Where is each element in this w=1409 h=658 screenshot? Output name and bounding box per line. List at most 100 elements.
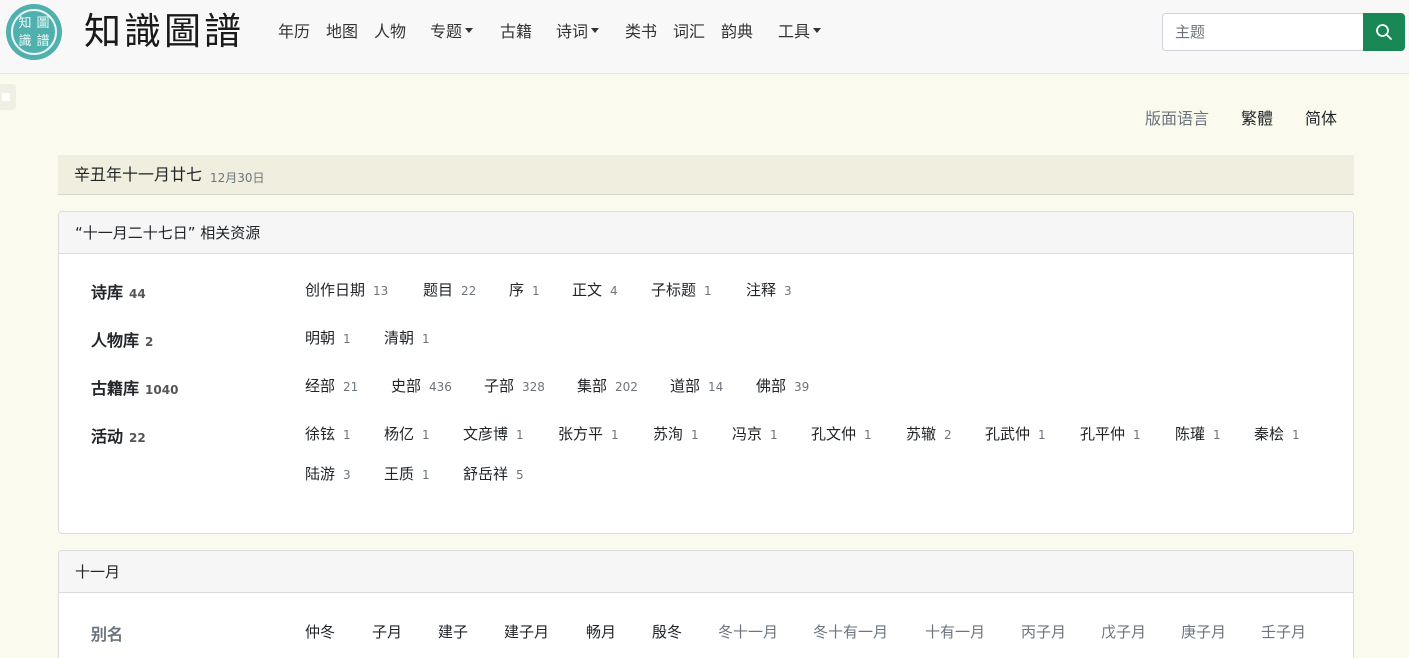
lang-option-traditional[interactable]: 繁體 [1241,108,1273,130]
nav-item-nianli[interactable]: 年历 [278,21,310,43]
row-label[interactable]: 诗库 44 [91,279,146,303]
nav-label: 诗词 [556,22,589,41]
nav-item-ditu[interactable]: 地图 [326,21,358,43]
logo-seal-icon[interactable]: 知 圖 識 譜 [6,4,62,60]
caret-down-icon [465,28,474,33]
nav-label: 古籍 [500,22,533,41]
alias-item[interactable]: 建子月 [504,621,549,643]
item-name: 徐铉 [305,425,336,443]
resource-item[interactable]: 孔文仲 1 [811,423,872,446]
alias-item[interactable]: 殷冬 [652,621,682,643]
resource-item[interactable]: 苏辙 2 [906,423,952,446]
lang-option-simplified[interactable]: 简体 [1305,108,1337,130]
side-toggle-tab[interactable] [0,84,16,110]
alias-label: 别名 [91,625,124,644]
resource-item[interactable]: 集部 202 [577,375,638,398]
lunar-date: 辛丑年十一月廿七 [74,165,203,184]
item-name: 冯京 [732,425,763,443]
caret-down-icon [591,28,600,33]
alias-item[interactable]: 丙子月 [1021,621,1066,643]
row-label[interactable]: 古籍库 1040 [91,375,178,399]
nav-item-yundian[interactable]: 韵典 [721,21,753,43]
item-name: 陈瓘 [1175,425,1206,443]
alias-item[interactable]: 冬十有一月 [813,621,888,643]
seal-grid: 知 圖 識 譜 [11,9,57,55]
nav-item-gongju[interactable]: 工具 [778,21,822,43]
brand-title[interactable]: 知識圖譜 [84,8,244,56]
resource-item[interactable]: 徐铉 1 [305,423,351,446]
resource-item[interactable]: 陆游 3 [305,463,351,486]
search-button[interactable] [1363,13,1405,51]
resource-item[interactable]: 经部 21 [305,375,358,398]
resource-item[interactable]: 正文 4 [572,279,618,302]
alias-item[interactable]: 建子 [438,621,468,643]
row-label[interactable]: 人物库 2 [91,327,153,351]
alias-item[interactable]: 十有一月 [925,621,985,643]
resource-item[interactable]: 舒岳祥 5 [463,463,524,486]
nav-item-shici[interactable]: 诗词 [556,21,600,43]
resource-item[interactable]: 题目 22 [423,279,476,302]
item-name: 秦桧 [1254,425,1285,443]
row-label-text: 人物库 [91,331,140,350]
resource-item[interactable]: 孔平仲 1 [1080,423,1141,446]
item-name: 苏辙 [906,425,937,443]
item-name: 题目 [423,281,454,299]
resource-item[interactable]: 注释 3 [746,279,792,302]
nav-item-renwu[interactable]: 人物 [374,21,406,43]
alias-item[interactable]: 戊子月 [1101,621,1146,643]
resource-item[interactable]: 史部 436 [391,375,452,398]
caret-down-icon [813,28,822,33]
item-name: 子标题 [651,281,697,299]
resource-item[interactable]: 子部 328 [484,375,545,398]
resource-item[interactable]: 陈瓘 1 [1175,423,1221,446]
alias-item[interactable]: 畅月 [586,621,616,643]
alias-item[interactable]: 冬十一月 [718,621,778,643]
item-count: 1 [1038,428,1046,442]
nav-label: 年历 [278,22,311,41]
resource-item[interactable]: 佛部 39 [756,375,809,398]
row-label-text: 古籍库 [91,379,140,398]
alias-item[interactable]: 仲冬 [305,621,335,643]
nav-item-cihui[interactable]: 词汇 [673,21,705,43]
item-name: 序 [509,281,525,299]
resource-item[interactable]: 冯京 1 [732,423,778,446]
item-name: 经部 [305,377,336,395]
item-count: 1 [343,428,351,442]
resource-item[interactable]: 清朝 1 [384,327,430,350]
resource-item[interactable]: 王质 1 [384,463,430,486]
row-count: 22 [129,431,146,445]
item-name: 王质 [384,465,415,483]
search-input[interactable] [1162,13,1364,51]
resource-item[interactable]: 杨亿 1 [384,423,430,446]
row-label[interactable]: 活动 22 [91,423,146,447]
nav-item-zhuanti[interactable]: 专题 [430,21,474,43]
item-count: 5 [516,468,524,482]
resource-item[interactable]: 创作日期 13 [305,279,388,302]
resource-item[interactable]: 序1 [509,279,540,302]
resource-item[interactable]: 秦桧 1 [1254,423,1300,446]
resource-item[interactable]: 苏洵 1 [653,423,699,446]
alias-item[interactable]: 子月 [372,621,402,643]
related-resources-card: “十一月二十七日” 相关资源 诗库 44 创作日期 13 题目 22 序1 正文 4 子… [58,211,1354,534]
navbar: 知 圖 識 譜 知識圖譜 年历 地图 人物 专题 古籍 诗词 类书 词汇 韵典 … [0,0,1409,74]
card-title: “十一月二十七日” 相关资源 [59,212,1353,254]
alias-item[interactable]: 庚子月 [1181,621,1226,643]
item-count: 1 [343,332,351,346]
resource-item[interactable]: 子标题 1 [651,279,712,302]
item-name: 史部 [391,377,422,395]
nav-item-guji[interactable]: 古籍 [500,21,532,43]
resource-item[interactable]: 明朝 1 [305,327,351,350]
nav-item-leishu[interactable]: 类书 [625,21,657,43]
item-name: 佛部 [756,377,787,395]
resource-item[interactable]: 道部 14 [670,375,723,398]
item-count: 14 [708,380,724,394]
item-count: 1 [422,468,430,482]
row-count: 1040 [145,383,179,397]
item-count: 1 [422,332,430,346]
item-count: 1 [422,428,430,442]
resource-item[interactable]: 孔武仲 1 [985,423,1046,446]
resource-item[interactable]: 文彦博 1 [463,423,524,446]
alias-item[interactable]: 壬子月 [1261,621,1306,643]
resource-item[interactable]: 张方平 1 [558,423,619,446]
item-count: 1 [1213,428,1221,442]
